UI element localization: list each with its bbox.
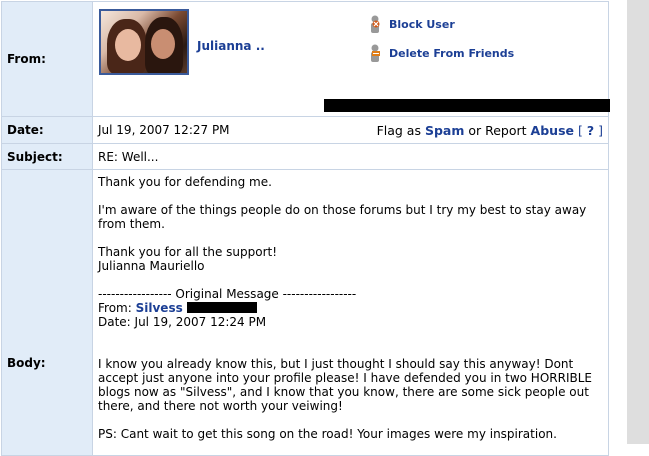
- sender-avatar[interactable]: [99, 9, 189, 75]
- body-para-4: I know you already know this, but I just…: [98, 357, 592, 413]
- body-para-3: Thank you for all the support! Julianna …: [98, 245, 603, 273]
- body-value: Thank you for defending me. I'm aware of…: [92, 169, 609, 456]
- delete-friend-action[interactable]: Delete From Friends: [369, 43, 514, 63]
- flag-as-text: Flag as: [376, 122, 421, 138]
- help-link[interactable]: ?: [587, 123, 594, 138]
- spam-link[interactable]: Spam: [425, 123, 464, 138]
- redaction-bar: [324, 99, 610, 112]
- help-bracket-close: ]: [598, 122, 603, 138]
- block-user-icon: [371, 15, 380, 33]
- abuse-link[interactable]: Abuse: [531, 123, 574, 138]
- or-report-text: or Report: [468, 122, 527, 138]
- original-message-header: ----------------- Original Message -----…: [98, 287, 357, 301]
- signature: Julianna Mauriello: [98, 259, 205, 273]
- body-para-3-line-1: Thank you for all the support!: [98, 245, 278, 259]
- from-value: Julianna .. Block User Delete From Frien…: [92, 1, 610, 117]
- message-table: From: Julianna .. Block User Delete From…: [1, 1, 610, 456]
- body-para-1: Thank you for defending me.: [98, 175, 272, 189]
- delete-friend-icon: [371, 44, 380, 62]
- page-gutter: [611, 0, 627, 444]
- original-from-label: From:: [98, 301, 132, 315]
- date-label: Date:: [1, 116, 93, 144]
- body-row: Body: Thank you for defending me. I'm aw…: [1, 169, 609, 456]
- date-row: Date: Jul 19, 2007 12:27 PM Flag as Spam…: [1, 116, 609, 144]
- body-para-2: I'm aware of the things people do on tho…: [98, 203, 587, 231]
- subject-row: Subject: RE: Well...: [1, 143, 609, 170]
- original-from-link[interactable]: Silvess: [136, 301, 183, 315]
- subject-value: RE: Well...: [92, 143, 609, 170]
- help-bracket-open: [: [577, 122, 583, 138]
- scrollbar[interactable]: [627, 0, 649, 444]
- date-value: Jul 19, 2007 12:27 PM: [98, 123, 230, 137]
- delete-friend-link[interactable]: Delete From Friends: [389, 47, 514, 60]
- subject-label: Subject:: [1, 143, 93, 170]
- date-value-cell: Jul 19, 2007 12:27 PM Flag as Spam or Re…: [92, 116, 609, 144]
- from-row: From: Julianna .. Block User Delete From…: [1, 1, 610, 117]
- original-from-line: From: Silvess: [98, 301, 603, 315]
- from-label: From:: [1, 1, 93, 117]
- body-para-5: PS: Cant wait to get this song on the ro…: [98, 427, 557, 441]
- flag-report-bar: Flag as Spam or Report Abuse [ ? ]: [377, 123, 603, 138]
- original-date-line: Date: Jul 19, 2007 12:24 PM: [98, 315, 267, 329]
- body-label: Body:: [1, 169, 93, 456]
- block-user-link[interactable]: Block User: [389, 18, 455, 31]
- block-user-action[interactable]: Block User: [369, 14, 455, 34]
- sender-name-link[interactable]: Julianna ..: [197, 39, 265, 53]
- original-from-redaction: [186, 302, 257, 313]
- message-body: Thank you for defending me. I'm aware of…: [93, 170, 608, 441]
